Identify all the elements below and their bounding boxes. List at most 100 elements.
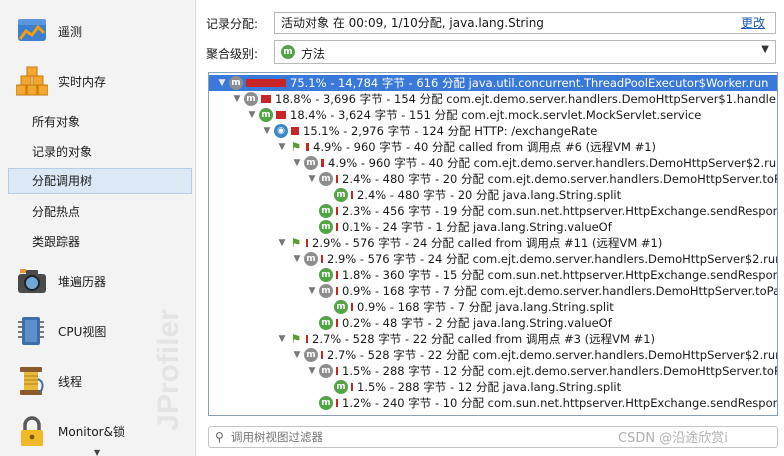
sub-class-tracker[interactable]: 类跟踪器 bbox=[8, 229, 192, 255]
expand-toggle-icon[interactable]: ▼ bbox=[245, 110, 259, 120]
change-link[interactable]: 更改 bbox=[741, 13, 765, 33]
cpu-icon bbox=[18, 317, 44, 345]
method-icon: m bbox=[259, 108, 273, 122]
tree-row-text: 2.4% - 480 字节 - 20 分配 java.lang.String.s… bbox=[357, 188, 622, 202]
allocation-bar bbox=[336, 399, 338, 407]
nav-heap-walker-label: 堆遍历器 bbox=[58, 274, 107, 289]
tree-row[interactable]: ▼ m 4.9% - 960 字节 - 40 分配 com.ejt.demo.ser… bbox=[290, 155, 777, 171]
sub-recorded-objects[interactable]: 记录的对象 bbox=[8, 139, 192, 165]
jprofiler-watermark: JProfiler bbox=[152, 309, 185, 431]
tree-row[interactable]: ▼ m 0.9% - 168 字节 - 7 分配 com.ejt.demo.serv… bbox=[305, 283, 777, 299]
expand-toggle-icon[interactable]: ▼ bbox=[275, 334, 289, 344]
tree-row-text: 0.1% - 24 字节 - 1 分配 java.lang.String.val… bbox=[342, 220, 612, 234]
expand-toggle-icon[interactable]: ▼ bbox=[290, 350, 304, 360]
sub-allocation-hotspots[interactable]: 分配热点 bbox=[8, 199, 192, 225]
allocation-bar bbox=[276, 111, 286, 119]
tree-row[interactable]: m 0.9% - 168 字节 - 7 分配 java.lang.String.s… bbox=[320, 299, 614, 315]
http-request-icon: ◉ bbox=[274, 124, 288, 138]
method-gray-icon: m bbox=[304, 156, 318, 170]
method-icon: m bbox=[319, 396, 333, 410]
method-gray-icon: m bbox=[244, 92, 258, 106]
expand-toggle-icon[interactable]: ▼ bbox=[260, 126, 274, 136]
tree-row[interactable]: ▼ m 1.5% - 288 字节 - 12 分配 com.ejt.demo.ser… bbox=[305, 363, 778, 379]
tree-row-text: 0.2% - 48 字节 - 2 分配 java.lang.String.val… bbox=[342, 316, 612, 330]
tree-row-text: 0.9% - 168 字节 - 7 分配 java.lang.String.sp… bbox=[357, 300, 614, 314]
tree-row[interactable]: ▼ m 18.4% - 3,624 字节 - 151 分配 com.ejt.mock… bbox=[245, 107, 701, 123]
tree-row[interactable]: ▼ ◉ 15.1% - 2,976 字节 - 124 分配 HTTP: /excha… bbox=[260, 123, 597, 139]
method-icon: m bbox=[319, 316, 333, 330]
sub-allocation-call-tree[interactable]: 分配调用树 bbox=[8, 168, 192, 194]
tree-row[interactable]: ▼ ⚑ 4.9% - 960 字节 - 40 分配 called from 调用点 … bbox=[275, 139, 657, 155]
method-icon: m bbox=[334, 300, 348, 314]
tree-row[interactable]: m 1.8% - 360 字节 - 15 分配 com.sun.net.https… bbox=[305, 267, 778, 283]
tree-row-text: 15.1% - 2,976 字节 - 124 分配 HTTP: /exchang… bbox=[303, 124, 598, 138]
expand-toggle-icon[interactable]: ▼ bbox=[290, 254, 304, 264]
sidebar: 遥测 实时内存 所有对象 记录的对象 分配调用树 分配热点 类跟踪器 堆遍历器 bbox=[0, 0, 196, 456]
allocation-bar bbox=[351, 191, 353, 199]
expand-toggle-icon[interactable]: ▼ bbox=[305, 174, 319, 184]
tree-row-text: 1.5% - 288 字节 - 12 分配 com.ejt.demo.serve… bbox=[342, 364, 778, 378]
tree-row-text: 18.8% - 3,696 字节 - 154 分配 com.ejt.demo.s… bbox=[275, 92, 776, 106]
tree-row[interactable]: m 2.4% - 480 字节 - 20 分配 java.lang.String.… bbox=[320, 187, 621, 203]
aggregation-select[interactable]: m 方法 ▼ bbox=[274, 40, 776, 64]
nav-monitors-locks-label: Monitor&锁 bbox=[58, 424, 125, 439]
allocation-bar bbox=[351, 303, 353, 311]
record-value: 活动对象 在 00:09, 1/10分配, java.lang.String bbox=[281, 16, 544, 30]
expand-toggle-icon[interactable]: ▼ bbox=[275, 142, 289, 152]
tree-row-text: 2.7% - 528 字节 - 22 分配 called from 调用点 #3… bbox=[312, 332, 656, 346]
lock-icon bbox=[21, 416, 43, 446]
credit-text: CSDN @沿途欣赏i bbox=[618, 431, 728, 446]
method-gray-icon: m bbox=[319, 284, 333, 298]
sub-all-objects[interactable]: 所有对象 bbox=[8, 109, 192, 135]
more-arrow-icon[interactable]: ▼ bbox=[94, 448, 100, 456]
call-site-flag-icon: ⚑ bbox=[290, 332, 302, 346]
tree-row[interactable]: m 0.2% - 48 字节 - 2 分配 java.lang.String.va… bbox=[305, 315, 612, 331]
allocation-bar bbox=[306, 239, 308, 247]
allocation-bar bbox=[321, 159, 324, 167]
expand-toggle-icon[interactable]: ▼ bbox=[230, 94, 244, 104]
method-gray-icon: m bbox=[229, 76, 243, 90]
tree-row[interactable]: ▼ ⚑ 2.7% - 528 字节 - 22 分配 called from 调用点 … bbox=[275, 331, 656, 347]
tree-row-text: 4.9% - 960 字节 - 40 分配 called from 调用点 #6… bbox=[313, 140, 657, 154]
method-gray-icon: m bbox=[304, 252, 318, 266]
live-memory-icon bbox=[16, 66, 48, 96]
call-tree[interactable]: ▼ m 75.1% - 14,784 字节 - 616 分配 java.util.c… bbox=[208, 72, 778, 416]
tree-row-text: 2.7% - 528 字节 - 22 分配 com.ejt.demo.serve… bbox=[327, 348, 778, 362]
method-gray-icon: m bbox=[319, 364, 333, 378]
tree-row[interactable]: ▼ m 2.9% - 576 字节 - 24 分配 com.ejt.demo.ser… bbox=[290, 251, 777, 267]
tree-row[interactable]: m 1.5% - 288 字节 - 12 分配 java.lang.String.… bbox=[320, 379, 621, 395]
tree-row[interactable]: ▼ m 2.7% - 528 字节 - 22 分配 com.ejt.demo.ser… bbox=[290, 347, 778, 363]
record-field: 活动对象 在 00:09, 1/10分配, java.lang.String 更… bbox=[274, 12, 776, 34]
tree-row[interactable]: ▼ m 75.1% - 14,784 字节 - 616 分配 java.util.c… bbox=[209, 75, 777, 91]
search-icon: ⚲ bbox=[215, 430, 224, 444]
allocation-bar bbox=[336, 287, 338, 295]
tree-row[interactable]: m 2.3% - 456 字节 - 19 分配 com.sun.net.https… bbox=[305, 203, 777, 219]
nav-cpu-views-label: CPU视图 bbox=[58, 324, 107, 339]
tree-row-text: 75.1% - 14,784 字节 - 616 分配 java.util.con… bbox=[290, 76, 769, 90]
nav-telemetry[interactable]: 遥测 bbox=[0, 8, 195, 54]
expand-toggle-icon[interactable]: ▼ bbox=[215, 78, 229, 88]
tree-row-text: 1.8% - 360 字节 - 15 分配 com.sun.net.httpse… bbox=[342, 268, 778, 282]
expand-toggle-icon[interactable]: ▼ bbox=[290, 158, 304, 168]
tree-row[interactable]: ▼ m 18.8% - 3,696 字节 - 154 分配 com.ejt.demo… bbox=[230, 91, 776, 107]
allocation-bar bbox=[321, 255, 323, 263]
nav-telemetry-label: 遥测 bbox=[58, 24, 83, 39]
aggregation-label: 聚合级别: bbox=[206, 47, 259, 61]
tree-row[interactable]: m 1.2% - 240 字节 - 10 分配 com.sun.net.https… bbox=[305, 395, 778, 411]
method-icon: m bbox=[334, 380, 348, 394]
expand-toggle-icon[interactable]: ▼ bbox=[275, 238, 289, 248]
tree-row-text: 2.4% - 480 字节 - 20 分配 com.ejt.demo.serve… bbox=[342, 172, 778, 186]
expand-toggle-icon[interactable]: ▼ bbox=[305, 286, 319, 296]
nav-live-memory[interactable]: 实时内存 bbox=[0, 58, 195, 104]
expand-toggle-icon[interactable]: ▼ bbox=[305, 366, 319, 376]
allocation-bar bbox=[261, 95, 271, 103]
method-gray-icon: m bbox=[304, 348, 318, 362]
allocation-bar bbox=[336, 271, 338, 279]
tree-row[interactable]: m 0.1% - 24 字节 - 1 分配 java.lang.String.va… bbox=[305, 219, 612, 235]
aggregation-value: 方法 bbox=[301, 47, 326, 61]
tree-row[interactable]: ▼ m 2.4% - 480 字节 - 20 分配 com.ejt.demo.ser… bbox=[305, 171, 778, 187]
tree-row[interactable]: ▼ ⚑ 2.9% - 576 字节 - 24 分配 called from 调用点 … bbox=[275, 235, 663, 251]
tree-row-text: 1.2% - 240 字节 - 10 分配 com.sun.net.httpse… bbox=[342, 396, 778, 410]
tree-row-text: 2.9% - 576 字节 - 24 分配 called from 调用点 #1… bbox=[312, 236, 663, 250]
record-label: 记录分配: bbox=[206, 17, 259, 31]
